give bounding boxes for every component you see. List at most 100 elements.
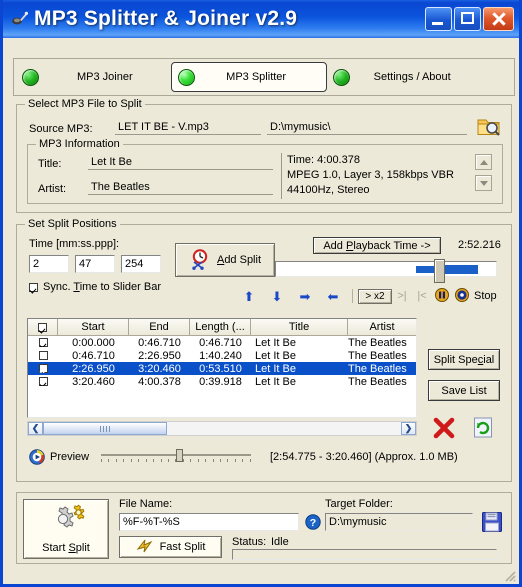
scrollbar-thumb[interactable] xyxy=(43,422,167,435)
row-checkbox-icon[interactable] xyxy=(38,351,48,360)
red-x-delete-icon[interactable] xyxy=(433,417,455,442)
info-scroll-up-button[interactable] xyxy=(475,154,492,170)
mp3-app-icon xyxy=(9,9,29,29)
mp3-information-group: MP3 Information Title: Let It Be Artist:… xyxy=(27,138,503,204)
cell-title: Let It Be xyxy=(255,349,296,362)
status-progress-bar xyxy=(232,549,497,560)
cell-length: 1:40.240 xyxy=(199,349,242,362)
file-name-input[interactable]: %F-%T-%S xyxy=(119,513,299,531)
table-row[interactable]: 0:46.710 2:26.950 1:40.240 Let It Be The… xyxy=(28,349,416,362)
arrow-up-icon[interactable]: ⬆ xyxy=(235,290,263,303)
resize-grip[interactable] xyxy=(502,570,516,582)
sync-time-checkbox[interactable]: Sync. Time to Slider Bar xyxy=(29,281,161,293)
arrow-left-stack-icon[interactable]: ⬅ xyxy=(319,290,347,303)
cell-artist: The Beatles xyxy=(348,349,407,362)
divider xyxy=(352,289,353,303)
time-minutes-input[interactable]: 2 xyxy=(29,255,69,273)
time-seconds-input[interactable]: 47 xyxy=(75,255,115,273)
slider-fill-left xyxy=(416,266,434,273)
cell-start: 3:20.460 xyxy=(72,375,115,388)
table-header-length[interactable]: Length (... xyxy=(190,319,251,335)
table-row[interactable]: 3:20.460 4:00.378 0:39.918 Let It Be The… xyxy=(28,375,416,388)
split-special-button[interactable]: Split Special xyxy=(428,349,500,370)
table-row[interactable]: 2:26.950 3:20.460 0:53.510 Let It Be The… xyxy=(28,362,416,375)
led-icon xyxy=(332,68,350,86)
add-playback-time-label: Add Playback Time -> xyxy=(323,239,431,252)
table-header-start[interactable]: Start xyxy=(58,319,129,335)
table-horizontal-scrollbar[interactable]: ❮ ❯ xyxy=(27,421,417,436)
maximize-button[interactable] xyxy=(454,7,481,31)
artist-input[interactable]: The Beatles xyxy=(88,180,273,195)
pause-icon[interactable] xyxy=(432,287,452,305)
preview-range-text: [2:54.775 - 3:20.460] (Approx. 1.0 MB) xyxy=(270,451,458,463)
fast-split-button[interactable]: Fast Split xyxy=(119,536,222,558)
cell-end: 3:20.460 xyxy=(138,362,181,375)
checkbox-icon xyxy=(38,322,47,332)
cell-artist: The Beatles xyxy=(348,375,407,388)
cell-artist: The Beatles xyxy=(348,362,407,375)
save-list-label: Save List xyxy=(441,384,487,397)
playback-speed-button[interactable]: > x2 xyxy=(358,288,392,304)
checkbox-icon xyxy=(29,282,38,292)
tab-mp3-joiner[interactable]: MP3 Joiner xyxy=(22,62,171,92)
next-track-button[interactable]: >| xyxy=(392,290,412,302)
split-positions-table[interactable]: Start End Length (... Title Artist 0:00.… xyxy=(27,318,417,418)
play-record-icon[interactable] xyxy=(452,287,472,305)
close-button[interactable] xyxy=(483,7,514,31)
save-list-button[interactable]: Save List xyxy=(428,380,500,401)
minimize-button[interactable] xyxy=(425,7,452,31)
output-panel: Start Split File Name: %F-%T-%S ? Target… xyxy=(16,492,512,564)
cell-end: 0:46.710 xyxy=(138,336,181,349)
sync-time-checkbox-label: Sync. Time to Slider Bar xyxy=(43,281,161,293)
playback-time-value: 2:52.216 xyxy=(458,239,501,251)
table-header-checkbox-cell[interactable] xyxy=(28,319,58,335)
time-milliseconds-input[interactable]: 254 xyxy=(121,255,161,273)
prev-track-button[interactable]: |< xyxy=(412,290,432,302)
table-header-end[interactable]: End xyxy=(129,319,190,335)
title-input[interactable]: Let It Be xyxy=(88,155,273,170)
arrow-down-icon[interactable]: ⬇ xyxy=(263,290,291,303)
cell-end: 4:00.378 xyxy=(138,375,181,388)
artist-label: Artist: xyxy=(38,183,67,195)
cell-length: 0:53.510 xyxy=(199,362,242,375)
set-split-positions-title: Set Split Positions xyxy=(25,218,120,230)
row-checkbox-icon[interactable] xyxy=(38,338,48,347)
slider-thumb[interactable] xyxy=(434,259,445,283)
play-preview-icon[interactable] xyxy=(29,449,45,468)
table-header-title[interactable]: Title xyxy=(251,319,348,335)
row-checkbox-icon[interactable] xyxy=(38,377,48,386)
start-split-button[interactable]: Start Split xyxy=(23,499,109,559)
tab-settings-about[interactable]: Settings / About xyxy=(332,62,461,92)
table-header-artist[interactable]: Artist xyxy=(348,319,416,335)
folder-search-icon[interactable] xyxy=(476,115,502,139)
select-mp3-group: Select MP3 File to Split Source MP3: LET… xyxy=(16,98,512,213)
chevron-down-icon xyxy=(479,180,488,186)
cell-artist: The Beatles xyxy=(348,336,407,349)
info-scroll-down-button[interactable] xyxy=(475,175,492,191)
add-split-button[interactable]: Add Split xyxy=(175,243,275,277)
mp3-detail-line: 44100Hz, Stereo xyxy=(287,184,370,196)
add-split-label: Add Split xyxy=(216,254,262,266)
cell-length: 0:46.710 xyxy=(199,336,242,349)
table-row[interactable]: 0:00.000 0:46.710 0:46.710 Let It Be The… xyxy=(28,336,416,349)
fast-split-label: Fast Split xyxy=(159,541,206,553)
row-checkbox-icon[interactable] xyxy=(38,364,48,373)
source-folder-input[interactable]: D:\mymusic\ xyxy=(267,120,467,135)
add-playback-time-button[interactable]: Add Playback Time -> xyxy=(313,237,441,254)
slider-fill-right xyxy=(443,265,478,274)
help-question-icon[interactable]: ? xyxy=(305,514,321,533)
tab-mp3-splitter[interactable]: MP3 Splitter xyxy=(170,62,327,92)
gears-icon xyxy=(46,504,86,541)
cell-end: 2:26.950 xyxy=(138,349,181,362)
refresh-page-icon[interactable] xyxy=(473,417,493,441)
stop-button-label[interactable]: Stop xyxy=(474,290,497,302)
cell-start: 0:00.000 xyxy=(72,336,115,349)
scroll-right-button[interactable]: ❯ xyxy=(401,422,416,435)
playback-slider[interactable] xyxy=(275,259,497,283)
floppy-save-icon[interactable] xyxy=(481,511,503,536)
arrow-right-stack-icon[interactable]: ➡ xyxy=(291,290,319,303)
scroll-left-button[interactable]: ❮ xyxy=(28,422,43,435)
source-file-input[interactable]: LET IT BE - V.mp3 xyxy=(115,120,261,135)
target-folder-input[interactable]: D:\mymusic xyxy=(325,513,473,531)
scrollbar-track[interactable] xyxy=(167,422,401,435)
